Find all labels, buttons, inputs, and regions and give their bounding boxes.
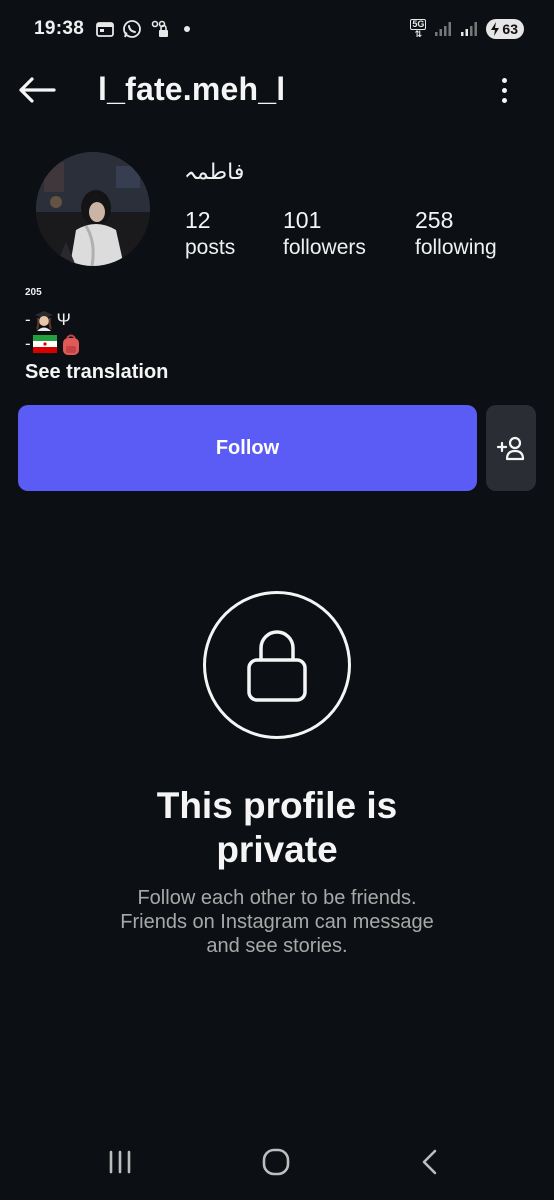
private-lock-badge bbox=[203, 591, 351, 739]
profile-bio: 205 - Ψ - bbox=[25, 286, 83, 356]
posts-count: 12 bbox=[185, 207, 211, 233]
see-translation-link[interactable]: See translation bbox=[25, 361, 168, 384]
bio-dash: - bbox=[25, 334, 31, 353]
private-desc-line: and see stories. bbox=[206, 935, 348, 957]
back-chevron-icon bbox=[422, 1149, 437, 1175]
more-notifications-dot bbox=[184, 26, 191, 32]
battery-indicator: 63 bbox=[486, 19, 524, 39]
followers-label: followers bbox=[283, 236, 366, 259]
signal-icon bbox=[434, 21, 452, 37]
profile-header: l_fate.meh_l bbox=[0, 62, 554, 118]
nav-back-button[interactable] bbox=[414, 1144, 446, 1180]
suggested-accounts-button[interactable] bbox=[486, 405, 536, 491]
signal-secondary-icon bbox=[460, 21, 478, 37]
profile-avatar[interactable] bbox=[36, 152, 150, 266]
profile-display-name: فاطمہ bbox=[184, 160, 245, 185]
posts-stat[interactable]: 12 posts bbox=[185, 206, 235, 262]
followers-count: 101 bbox=[283, 207, 322, 233]
bio-dash: - bbox=[25, 310, 31, 329]
home-button[interactable] bbox=[258, 1144, 294, 1180]
status-time: 19:38 bbox=[34, 18, 85, 39]
system-status-icons: 5G ⇅ 63 bbox=[410, 19, 524, 39]
private-desc-line: Follow each other to be friends. bbox=[137, 887, 417, 909]
private-profile-title: This profile is private bbox=[0, 784, 554, 872]
more-options-button[interactable] bbox=[494, 74, 514, 106]
private-profile-description: Follow each other to be friends. Friends… bbox=[0, 886, 554, 958]
add-person-icon bbox=[496, 436, 525, 461]
recent-apps-button[interactable] bbox=[104, 1144, 136, 1180]
follow-button[interactable]: Follow bbox=[18, 405, 477, 491]
private-title-line: private bbox=[216, 829, 338, 870]
notification-icons bbox=[96, 19, 191, 39]
more-vertical-icon bbox=[501, 77, 507, 83]
recent-apps-icon bbox=[109, 1150, 131, 1174]
iran-flag-icon bbox=[32, 335, 57, 353]
arrow-left-icon bbox=[19, 77, 56, 103]
home-icon bbox=[262, 1148, 290, 1176]
psi-symbol: Ψ bbox=[56, 310, 71, 329]
private-desc-line: Friends on Instagram can message bbox=[120, 911, 434, 933]
bio-line-flag: - bbox=[25, 332, 83, 356]
posts-label: posts bbox=[185, 236, 236, 259]
battery-level: 63 bbox=[502, 21, 518, 37]
following-stat[interactable]: 258 following bbox=[415, 206, 497, 262]
bio-line-number: 205 bbox=[25, 287, 42, 298]
backpack-icon bbox=[62, 334, 79, 355]
avatar-photo bbox=[36, 152, 150, 266]
calendar-icon bbox=[96, 21, 115, 37]
charging-bolt-icon bbox=[491, 22, 500, 36]
back-button[interactable] bbox=[18, 72, 58, 108]
system-navigation-bar bbox=[0, 1130, 554, 1194]
whatsapp-icon bbox=[122, 19, 142, 39]
following-label: following bbox=[415, 236, 497, 259]
bio-line-graduate: - Ψ bbox=[25, 308, 83, 332]
graduate-emoji-icon bbox=[34, 311, 53, 331]
private-title-line: This profile is bbox=[156, 785, 398, 826]
followers-stat[interactable]: 101 followers bbox=[283, 206, 366, 262]
network-type-icon: 5G ⇅ bbox=[410, 19, 427, 39]
following-count: 258 bbox=[415, 207, 454, 233]
lock-icon bbox=[247, 630, 307, 702]
vpn-key-icon bbox=[150, 19, 170, 39]
page-title-username: l_fate.meh_l bbox=[98, 71, 286, 107]
status-bar: 19:38 5G ⇅ 63 bbox=[0, 0, 554, 58]
